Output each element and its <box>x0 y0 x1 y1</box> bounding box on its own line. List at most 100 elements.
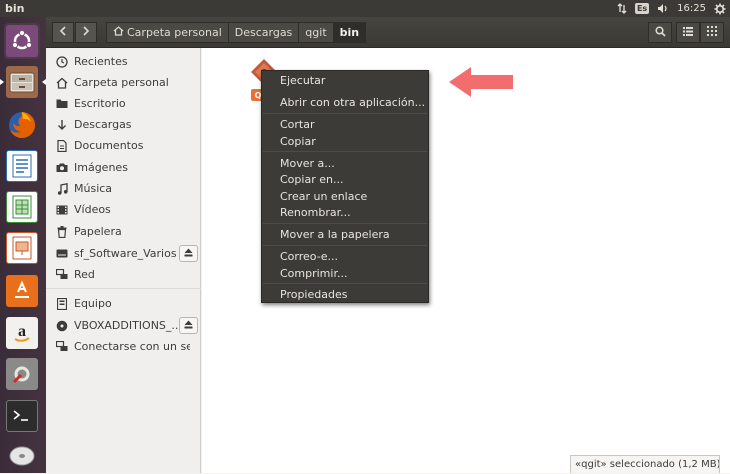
breadcrumb-label: Descargas <box>234 26 293 39</box>
breadcrumb-label: qgit <box>305 26 327 39</box>
terminal-launcher-button[interactable] <box>4 398 40 434</box>
menu-item-crear-enlace[interactable]: Crear un enlace <box>280 190 367 203</box>
sidebar-item-equipo[interactable]: Equipo <box>46 293 201 314</box>
system-tray: Es 16:25 <box>617 0 726 17</box>
list-view-button[interactable] <box>676 22 700 43</box>
breadcrumb-bin[interactable]: bin <box>332 22 367 43</box>
firefox-launcher-button[interactable] <box>4 107 40 143</box>
volume-icon[interactable] <box>657 3 669 14</box>
network-updown-icon[interactable] <box>617 3 627 14</box>
eject-icon <box>184 247 193 260</box>
chevron-right-icon <box>82 25 90 40</box>
presentation-icon <box>6 232 38 264</box>
eject-icon <box>184 319 193 332</box>
header-bar: Carpeta personal Descargas qgit bin <box>46 17 730 48</box>
breadcrumb: Carpeta personal Descargas qgit bin <box>106 22 367 43</box>
menu-item-cortar[interactable]: Cortar <box>280 118 315 131</box>
menu-separator <box>263 113 427 114</box>
clock[interactable]: 16:25 <box>677 3 706 14</box>
places-sidebar: Recientes Carpeta personal Escritorio De… <box>46 48 201 473</box>
writer-document-icon <box>6 150 38 182</box>
sidebar-item-label: Imágenes <box>74 161 128 174</box>
launcher: a <box>0 17 46 473</box>
sidebar-item-musica[interactable]: Música <box>46 178 201 199</box>
video-icon <box>56 204 68 216</box>
window-title: bin <box>5 2 25 15</box>
amazon-launcher-button[interactable]: a <box>4 315 40 351</box>
menu-item-abrir-con[interactable]: Abrir con otra aplicación... <box>280 96 425 109</box>
breadcrumb-carpeta-personal[interactable]: Carpeta personal <box>106 22 229 43</box>
sidebar-item-label: Papelera <box>74 225 122 238</box>
menu-item-propiedades[interactable]: Propiedades <box>280 288 347 301</box>
sidebar-item-vboxadditions[interactable]: VBOXADDITIONS_... <box>46 315 201 336</box>
grid-view-button[interactable] <box>700 22 724 43</box>
drive-icon <box>56 248 68 260</box>
menu-item-mover-a[interactable]: Mover a... <box>280 157 335 170</box>
home-icon <box>113 26 124 39</box>
disc-icon <box>6 440 38 472</box>
sidebar-separator <box>46 288 201 289</box>
sidebar-item-label: Vídeos <box>74 203 111 216</box>
terminal-icon <box>6 400 38 432</box>
file-cabinet-icon <box>6 66 38 98</box>
session-gear-icon[interactable] <box>714 3 726 15</box>
menu-item-renombrar[interactable]: Renombrar... <box>280 206 351 219</box>
annotation-arrow <box>447 66 515 98</box>
menu-separator <box>263 245 427 246</box>
eject-button[interactable] <box>179 245 198 262</box>
menu-item-comprimir[interactable]: Comprimir... <box>280 267 347 280</box>
sidebar-item-recientes[interactable]: Recientes <box>46 51 201 72</box>
sidebar-item-escritorio[interactable]: Escritorio <box>46 93 201 114</box>
writer-launcher-button[interactable] <box>4 148 40 184</box>
svg-text:a: a <box>18 323 26 340</box>
system-settings-launcher-button[interactable] <box>4 356 40 392</box>
sidebar-item-label: Conectarse con un servi... <box>74 340 190 353</box>
home-icon <box>56 77 68 89</box>
chevron-left-icon <box>59 25 67 40</box>
menu-item-copiar[interactable]: Copiar <box>280 135 316 148</box>
sidebar-item-papelera[interactable]: Papelera <box>46 221 201 242</box>
search-button[interactable] <box>648 22 672 43</box>
breadcrumb-descargas[interactable]: Descargas <box>227 22 300 43</box>
sidebar-item-label: Escritorio <box>74 97 126 110</box>
back-button[interactable] <box>52 22 74 43</box>
wrench-gear-icon <box>6 358 38 390</box>
menu-separator <box>263 151 427 152</box>
dvd-launcher-button[interactable] <box>4 438 40 474</box>
shopping-bag-icon <box>6 275 38 307</box>
list-view-icon <box>683 26 693 39</box>
breadcrumb-qgit[interactable]: qgit <box>298 22 334 43</box>
camera-icon <box>56 162 68 174</box>
calc-launcher-button[interactable] <box>4 189 40 225</box>
menu-separator <box>263 283 427 284</box>
sidebar-item-videos[interactable]: Vídeos <box>46 199 201 220</box>
sidebar-item-sf-software-varios[interactable]: sf_Software_Varios <box>46 243 201 264</box>
sidebar-item-label: Recientes <box>74 55 128 68</box>
software-center-launcher-button[interactable] <box>4 273 40 309</box>
download-icon <box>56 119 68 131</box>
sidebar-item-documentos[interactable]: Documentos <box>46 135 201 156</box>
sidebar-item-conectarse-servidor[interactable]: Conectarse con un servi... <box>46 336 201 357</box>
top-panel: bin Es 16:25 <box>0 0 730 17</box>
keyboard-layout-indicator[interactable]: Es <box>634 3 650 14</box>
menu-item-mover-papelera[interactable]: Mover a la papelera <box>280 228 390 241</box>
sidebar-item-descargas[interactable]: Descargas <box>46 114 201 135</box>
menu-item-correo[interactable]: Correo-e... <box>280 250 338 263</box>
menu-separator <box>263 223 427 224</box>
eject-button[interactable] <box>179 317 198 334</box>
music-icon <box>56 182 68 195</box>
menu-item-copiar-en[interactable]: Copiar en... <box>280 173 343 186</box>
connect-server-icon <box>56 341 68 353</box>
breadcrumb-label: Carpeta personal <box>127 26 222 39</box>
ubuntu-dash-button[interactable] <box>4 23 40 59</box>
firefox-icon <box>6 109 38 141</box>
sidebar-item-carpeta-personal[interactable]: Carpeta personal <box>46 72 201 93</box>
grid-view-icon <box>707 26 717 39</box>
sidebar-item-label: Descargas <box>74 118 132 131</box>
impress-launcher-button[interactable] <box>4 230 40 266</box>
sidebar-item-red[interactable]: Red <box>46 264 201 285</box>
menu-item-ejecutar[interactable]: Ejecutar <box>280 74 325 87</box>
files-launcher-button[interactable] <box>0 64 46 100</box>
sidebar-item-imagenes[interactable]: Imágenes <box>46 157 201 178</box>
forward-button[interactable] <box>75 22 97 43</box>
